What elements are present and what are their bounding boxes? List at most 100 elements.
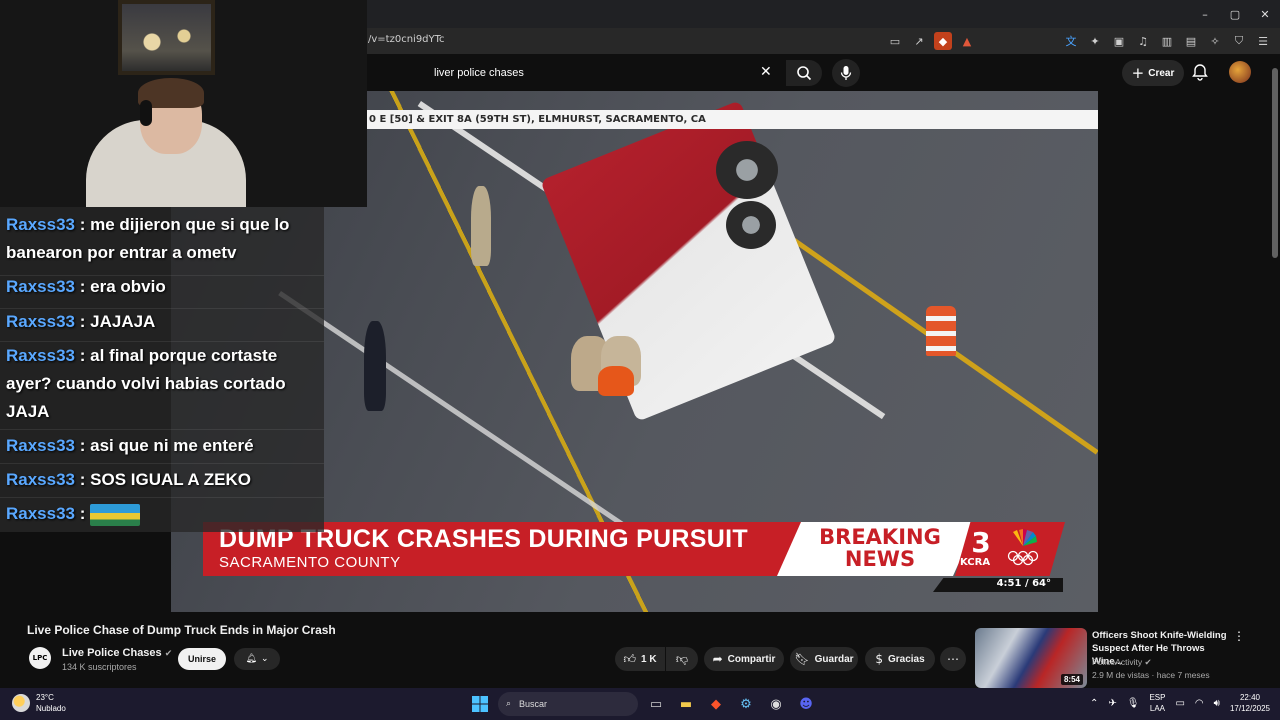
extension-icons: 文 ✦ ▣ ♫ ▥ ▤ ✧ ⛉ ☰ (1062, 32, 1272, 50)
clock-date: 17/12/2025 (1229, 704, 1270, 713)
wallet-icon[interactable]: ▤ (1182, 32, 1200, 50)
more-actions-button[interactable]: ⋯ (940, 647, 966, 671)
window-controls: – ▢ ✕ (1190, 0, 1280, 28)
chat-username: Raxss33 (6, 277, 76, 296)
chat-message: Raxss33 : me dijieron que si que lo bane… (0, 211, 324, 267)
share-button[interactable]: ➦ Compartir (704, 647, 784, 671)
volume-icon[interactable]: 🔊︎ (1214, 698, 1220, 709)
minimize-button[interactable]: – (1190, 0, 1220, 28)
chat-emote (90, 503, 141, 526)
chevron-down-icon: ⌄ (260, 654, 269, 664)
chat-divider (0, 497, 324, 498)
menu-icon[interactable]: ☰ (1254, 32, 1272, 50)
language-code: ESP (1149, 693, 1166, 702)
headset (140, 100, 152, 126)
news-lower-third: DUMP TRUCK CRASHES DURING PURSUIT SACRAM… (203, 522, 1065, 592)
scrollbar-thumb[interactable] (1272, 68, 1278, 258)
steam-icon[interactable]: ⚙ (734, 692, 758, 716)
station-name: KCRA (960, 557, 991, 568)
plus-icon: + (1131, 64, 1145, 82)
save-button[interactable]: 🔖︎ Guardar (790, 647, 858, 671)
brave-shield-icon[interactable]: ◆ (934, 32, 952, 50)
brave-rewards-icon[interactable]: ▲ (958, 32, 976, 50)
network-off-icon[interactable]: ✈ (1108, 698, 1116, 709)
breaking-line-2: NEWS (844, 547, 916, 571)
nbc-olympic-logo (1007, 529, 1039, 566)
screenshot-icon[interactable]: ▣ (1110, 32, 1128, 50)
recommended-thumbnail[interactable]: 8:54 (975, 628, 1087, 688)
translate-icon[interactable]: 文 (1062, 32, 1080, 50)
recommended-channel-text[interactable]: PoliceActivity (1092, 657, 1142, 667)
notifications-button[interactable] (1192, 63, 1208, 86)
search-button[interactable] (786, 60, 822, 86)
task-view-icon[interactable]: ▭ (644, 692, 668, 716)
sidebar-icon[interactable]: ▥ (1158, 32, 1176, 50)
weather-widget[interactable]: 23°C Nublado (12, 692, 66, 714)
stream-chat-overlay: Raxss33 : me dijieron que si que lo bane… (0, 207, 324, 532)
obs-icon[interactable]: ◉ (764, 692, 788, 716)
clock[interactable]: 22:40 17/12/2025 (1230, 692, 1270, 714)
chat-message: Raxss33 : al final porque cortaste ayer?… (0, 342, 324, 426)
more-icon: ⋯ (947, 652, 959, 666)
account-avatar[interactable] (1229, 61, 1251, 83)
search-icon (797, 66, 812, 81)
chat-message: Raxss33 : SOS IGUAL A ZEKO (0, 466, 324, 494)
station-number: 3 (971, 526, 991, 559)
thanks-label: Gracias (887, 653, 925, 665)
chat-text: : (79, 504, 86, 523)
verified-icon: ✔ (1144, 658, 1152, 668)
join-button[interactable]: Unirse (178, 648, 226, 670)
close-window-button[interactable]: ✕ (1250, 0, 1280, 28)
wifi-icon[interactable]: ◠ (1195, 698, 1204, 709)
like-button[interactable]: 👍︎ 1 K (615, 647, 665, 671)
microphone-icon[interactable]: 🎙︎ (1127, 698, 1140, 709)
taskbar-search[interactable]: ⌕ Buscar (498, 692, 638, 716)
media-icon[interactable]: ♫ (1134, 32, 1152, 50)
clock-time: 22:40 (1239, 693, 1260, 702)
create-button[interactable]: + Crear (1122, 60, 1184, 86)
channel-name-text[interactable]: Live Police Chases (62, 647, 162, 659)
page-scrollbar[interactable] (1270, 54, 1280, 688)
show-hidden-icons[interactable]: ⌃ (1090, 698, 1098, 709)
video-title: Live Police Chase of Dump Truck Ends in … (27, 623, 336, 637)
address-bar-icons: ▭ ↗ ◆ ▲ (886, 32, 976, 50)
channel-avatar[interactable]: LPC (29, 647, 51, 669)
system-tray: ⌃ ✈ 🎙︎ ESP LAA ▭ ◠ 🔊︎ 22:40 17/12/2025 (1090, 692, 1270, 714)
headline-subtitle: SACRAMENTO COUNTY (219, 554, 401, 571)
brave-browser-icon[interactable]: ◆ (704, 692, 728, 716)
channel-name[interactable]: Live Police Chases ✔ (62, 647, 172, 659)
url-text[interactable]: /v=tz0cni9dYTc (368, 34, 445, 45)
taskbar-apps: ⌕ Buscar ▭ ▬ ◆ ⚙ ◉ ☻ (468, 692, 818, 716)
start-button[interactable] (468, 692, 492, 716)
thanks-button[interactable]: $ Gracias (865, 647, 935, 671)
recommended-channel[interactable]: PoliceActivity ✔ (1092, 657, 1152, 668)
vpn-icon[interactable]: ⛉ (1230, 32, 1248, 50)
breaking-line-1: BREAKING (819, 525, 941, 549)
file-explorer-icon[interactable]: ▬ (674, 692, 698, 716)
extensions-icon[interactable]: ✦ (1086, 32, 1104, 50)
video-info: Live Police Chase of Dump Truck Ends in … (0, 612, 1270, 688)
display-icon[interactable]: ▭ (1175, 698, 1184, 709)
thanks-icon: $ (875, 652, 883, 666)
clear-search-icon[interactable]: ✕ (760, 64, 772, 80)
chat-message: Raxss33 : era obvio (0, 273, 324, 301)
share-page-icon[interactable]: ↗ (910, 32, 928, 50)
chat-username: Raxss33 (6, 215, 76, 234)
leo-ai-icon[interactable]: ✧ (1206, 32, 1224, 50)
time-temperature: 4:51 / 64° (933, 578, 1063, 592)
dislike-button[interactable]: 👎︎ (666, 647, 698, 671)
chat-divider (0, 429, 324, 430)
search-input[interactable]: liver police chases (424, 60, 786, 86)
recommended-menu-icon[interactable]: ⋮ (1233, 629, 1245, 643)
subscription-bell-button[interactable]: 🔔︎ ⌄ (234, 648, 280, 670)
discord-icon[interactable]: ☻ (794, 692, 818, 716)
language-indicator[interactable]: ESP LAA (1149, 692, 1165, 714)
search-icon: ⌕ (506, 699, 512, 709)
officer-figure (471, 186, 491, 266)
maximize-button[interactable]: ▢ (1220, 0, 1250, 28)
weather-icon (12, 694, 30, 712)
voice-search-button[interactable] (832, 59, 860, 87)
streamer-webcam (0, 0, 367, 207)
cast-icon[interactable]: ▭ (886, 32, 904, 50)
weather-condition: Nublado (36, 704, 66, 713)
